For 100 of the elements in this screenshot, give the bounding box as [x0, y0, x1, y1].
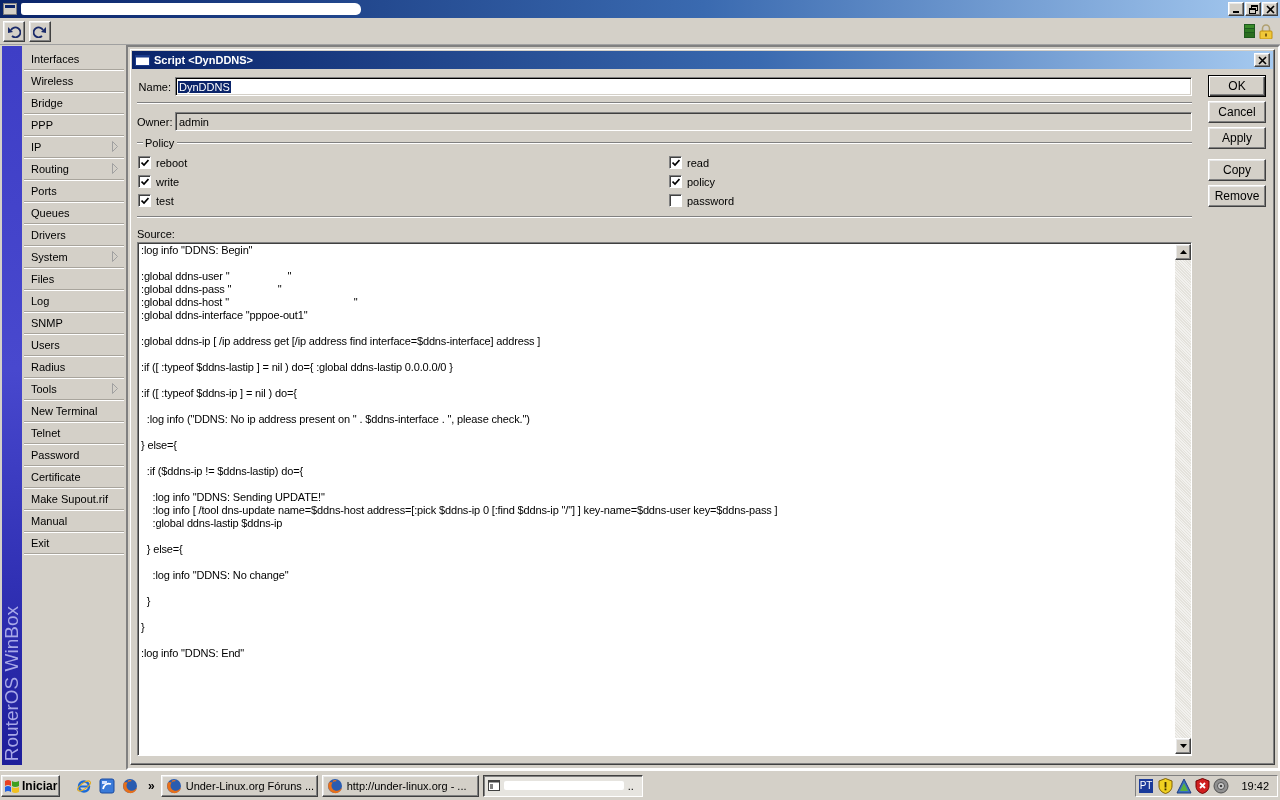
brand-text: RouterOS WinBox [2, 605, 22, 761]
check-icon [140, 177, 149, 186]
menu-item[interactable]: SNMP [24, 312, 124, 334]
code-line: :log info ("DDNS: No ip address present on " . $ddns-interface . ", please check.") [145, 413, 530, 426]
code-line: :if ($ddns-ip != $ddns-lastip) do={ [145, 465, 303, 478]
menu-item[interactable]: IP [24, 136, 124, 158]
redo-icon [33, 24, 47, 38]
field-label: Source: [137, 228, 175, 240]
globe-icon [326, 777, 343, 794]
code-line: :log info "DDNS: End" [141, 647, 245, 660]
close-icon [1257, 55, 1267, 65]
minimize-button[interactable] [1228, 2, 1244, 16]
checkbox[interactable] [669, 194, 682, 207]
shield-icon[interactable] [1195, 777, 1211, 794]
clock: 19:42 [1241, 779, 1269, 792]
code-line: :if ([ :typeof $ddns-lastip ] = nil ) do={ :global ddns-lastip 0.0.0.0/0 } [141, 361, 453, 374]
undo-button[interactable] [3, 20, 25, 42]
menu-item[interactable]: Drivers [24, 224, 124, 246]
checkbox[interactable] [669, 175, 682, 188]
menu-item[interactable]: Make Supout.rif [24, 488, 124, 510]
scroll-up-button[interactable] [1175, 244, 1191, 260]
field-label: Name: [137, 80, 171, 93]
menu-item[interactable]: PPP [24, 114, 124, 136]
menu-item[interactable]: Bridge [24, 92, 124, 114]
field-label: Owner: [137, 115, 171, 128]
submenu-arrow-icon [112, 141, 118, 152]
dialog-button[interactable]: Remove [1208, 185, 1266, 207]
close-button[interactable] [1262, 2, 1278, 16]
close-icon [1265, 4, 1275, 14]
close-button[interactable] [1254, 53, 1270, 67]
orbit-icon[interactable] [76, 777, 92, 794]
restore-button[interactable] [1245, 2, 1261, 16]
code-editor[interactable] [137, 242, 1192, 756]
menu-item[interactable]: Telnet [24, 422, 124, 444]
undo-icon [7, 24, 21, 38]
checkbox[interactable] [138, 194, 151, 207]
language-indicator[interactable]: PT [1138, 778, 1154, 793]
menu-item[interactable]: System [24, 246, 124, 268]
menu-item[interactable]: Ports [24, 180, 124, 202]
code-line: :log info "DDNS: Begin" [141, 244, 253, 257]
menu-item[interactable]: Wireless [24, 70, 124, 92]
dialog-button[interactable]: OK [1208, 75, 1266, 97]
dialog-button[interactable]: Cancel [1208, 101, 1266, 123]
code-line: } else={ [141, 439, 177, 452]
check-icon [671, 158, 680, 167]
checkbox-label: test [156, 194, 174, 207]
check-icon [671, 177, 680, 186]
globe-icon[interactable] [122, 777, 138, 794]
task-button[interactable]: Under-Linux.org Fóruns ... [160, 774, 318, 797]
minimize-icon [1233, 11, 1239, 13]
vertical-scrollbar[interactable] [1175, 244, 1191, 754]
menu-item[interactable]: Manual [24, 510, 124, 532]
menu-item[interactable]: Files [24, 268, 124, 290]
menu-item[interactable]: Radius [24, 356, 124, 378]
code-line: :log info "DDNS: Sending UPDATE!" [151, 491, 325, 504]
menu-item[interactable]: Users [24, 334, 124, 356]
start-button[interactable]: Iniciar [1, 774, 60, 797]
overflow-button[interactable]: » [146, 778, 157, 793]
dialog-button[interactable]: Copy [1208, 159, 1266, 181]
code-line: :log info [ /tool dns-update name=$ddns-host address=[:pick $ddns-ip 0 [:find $ddns-ip "/"] ] key-name=$ddns-user key=$ddns-pass ] [151, 504, 778, 517]
check-icon [140, 158, 149, 167]
code-line: } else={ [145, 543, 183, 556]
check-icon [140, 196, 149, 205]
submenu-arrow-icon [112, 383, 118, 394]
task-button[interactable]: http://under-linux.org - ... [321, 774, 479, 797]
menu-item[interactable]: Exit [24, 532, 124, 554]
menu-item[interactable]: Queues [24, 202, 124, 224]
menu-item[interactable]: Interfaces [24, 48, 124, 70]
swirl-tile-icon[interactable] [99, 777, 115, 794]
stack-icon [1244, 24, 1255, 38]
checkbox-label: password [687, 194, 735, 207]
menu-item[interactable]: Log [24, 290, 124, 312]
menu-item[interactable]: Tools [24, 378, 124, 400]
triangle-icon[interactable] [1176, 777, 1193, 794]
checkbox-label: write [156, 175, 180, 188]
group-title: Policy [144, 137, 176, 149]
checkbox[interactable] [669, 156, 682, 169]
code-line: :global ddns-lastip $ddns-ip [151, 517, 283, 530]
code-line: :global ddns-ip [ /ip address get [/ip address find interface=$ddns-interface] address ] [141, 335, 541, 348]
checkbox[interactable] [138, 175, 151, 188]
globe-icon [165, 777, 182, 794]
redo-button[interactable] [29, 20, 51, 42]
code-line: } [141, 621, 145, 634]
restore-icon [1248, 4, 1258, 14]
menu-item[interactable]: New Terminal [24, 400, 124, 422]
window-icon [3, 3, 17, 15]
scroll-down-button[interactable] [1175, 738, 1191, 754]
code-line: :if ([ :typeof $ddns-ip ] = nil ) do={ [141, 387, 297, 400]
disc-icon[interactable] [1213, 777, 1230, 794]
text-field[interactable]: DynDDNS [175, 77, 1192, 96]
flag-icon [4, 778, 20, 793]
code-line: } [145, 595, 151, 608]
checkbox[interactable] [138, 156, 151, 169]
dialog-button[interactable]: Apply [1208, 127, 1266, 149]
shield-warning-icon[interactable] [1158, 777, 1174, 794]
menu-item[interactable]: Password [24, 444, 124, 466]
menu-item[interactable]: Certificate [24, 466, 124, 488]
task-button[interactable]: .. [482, 774, 643, 797]
menu-item[interactable]: Routing [24, 158, 124, 180]
dialog-title: Script <DynDDNS> [154, 54, 254, 66]
